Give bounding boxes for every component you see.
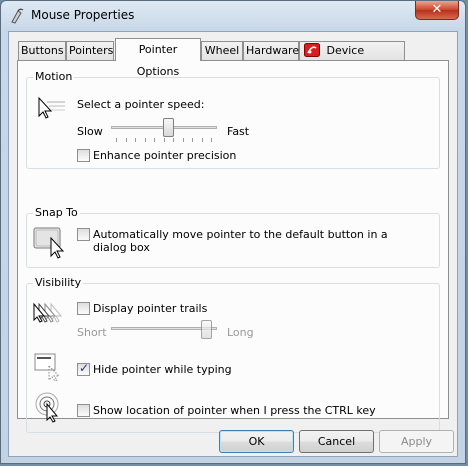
slider-thumb[interactable] [201, 320, 212, 339]
tab-device-settings[interactable]: Device Settings [299, 41, 405, 75]
snap-to-icon [33, 227, 65, 259]
slider-tick [145, 138, 146, 142]
trail-length-slider[interactable] [111, 320, 217, 344]
pointer-trails-icon [33, 302, 63, 323]
snap-to-group: Snap To Automatically move pointer to th… [26, 206, 440, 268]
close-icon: ✕ [431, 2, 443, 17]
precision-checkbox[interactable] [77, 149, 90, 162]
slider-tick [135, 138, 136, 142]
hide-pointer-label[interactable]: Hide pointer while typing [93, 363, 232, 376]
tab-wheel[interactable]: Wheel [201, 41, 243, 60]
ctrl-location-checkbox[interactable] [77, 404, 90, 417]
speed-label: Select a pointer speed: [77, 98, 205, 111]
snap-to-checkbox[interactable] [77, 228, 90, 241]
short-label: Short [77, 326, 107, 339]
slider-tick [116, 138, 117, 142]
mouse-properties-window: Mouse Properties ✕ Buttons Pointers Poin… [0, 0, 466, 464]
pointer-trails-checkbox[interactable] [77, 302, 90, 315]
tab-pointer-options[interactable]: Pointer Options [115, 38, 201, 78]
tab-label: Hardware [246, 44, 300, 57]
slider-tick [126, 138, 127, 142]
visibility-group: Visibility Display pointer trails Short … [26, 276, 440, 433]
window-title: Mouse Properties [31, 8, 135, 22]
slider-tick [164, 138, 165, 142]
slider-tick [211, 138, 212, 142]
fast-label: Fast [227, 125, 250, 138]
slider-tick [154, 138, 155, 142]
visibility-group-title: Visibility [33, 276, 84, 289]
pointer-options-panel: Motion Select a pointer speed: Slow Fast… [17, 60, 449, 433]
pointer-speed-slider[interactable] [111, 118, 217, 142]
long-label: Long [227, 326, 254, 339]
slider-tick [173, 138, 174, 142]
precision-label[interactable]: Enhance pointer precision [93, 149, 236, 162]
close-button[interactable]: ✕ [415, 1, 459, 20]
tab-label: Pointers [69, 44, 114, 57]
slider-tick [192, 138, 193, 142]
tab-label: Pointer Options [136, 43, 180, 78]
mouse-app-icon [11, 8, 24, 24]
device-settings-icon [304, 43, 320, 57]
tab-buttons[interactable]: Buttons [18, 41, 66, 60]
snap-to-label-line2[interactable]: dialog box [93, 241, 150, 254]
dialog-client-area: Buttons Pointers Pointer Options Wheel H… [8, 31, 458, 457]
apply-button[interactable]: Apply [379, 430, 454, 453]
snap-to-label-line1[interactable]: Automatically move pointer to the defaul… [93, 228, 388, 241]
pointer-speed-icon [38, 96, 65, 119]
slider-tick [202, 138, 203, 142]
hide-pointer-icon [34, 353, 61, 382]
pointer-trails-label[interactable]: Display pointer trails [93, 302, 207, 315]
slow-label: Slow [77, 125, 103, 138]
title-bar[interactable]: Mouse Properties ✕ [1, 1, 465, 31]
cancel-button[interactable]: Cancel [299, 430, 374, 453]
tab-label: Wheel [204, 44, 240, 57]
tab-label: Buttons [21, 44, 64, 57]
ok-button[interactable]: OK [219, 430, 294, 453]
ctrl-location-label[interactable]: Show location of pointer when I press th… [93, 404, 376, 417]
motion-group: Motion Select a pointer speed: Slow Fast… [26, 70, 440, 169]
slider-tick [183, 138, 184, 142]
snap-to-group-title: Snap To [33, 206, 80, 219]
tab-pointers[interactable]: Pointers [66, 41, 114, 60]
motion-group-title: Motion [33, 70, 75, 83]
ctrl-location-icon [35, 392, 59, 423]
tab-hardware[interactable]: Hardware [243, 41, 299, 60]
hide-pointer-checkbox[interactable] [77, 361, 90, 376]
slider-thumb[interactable] [163, 118, 174, 137]
